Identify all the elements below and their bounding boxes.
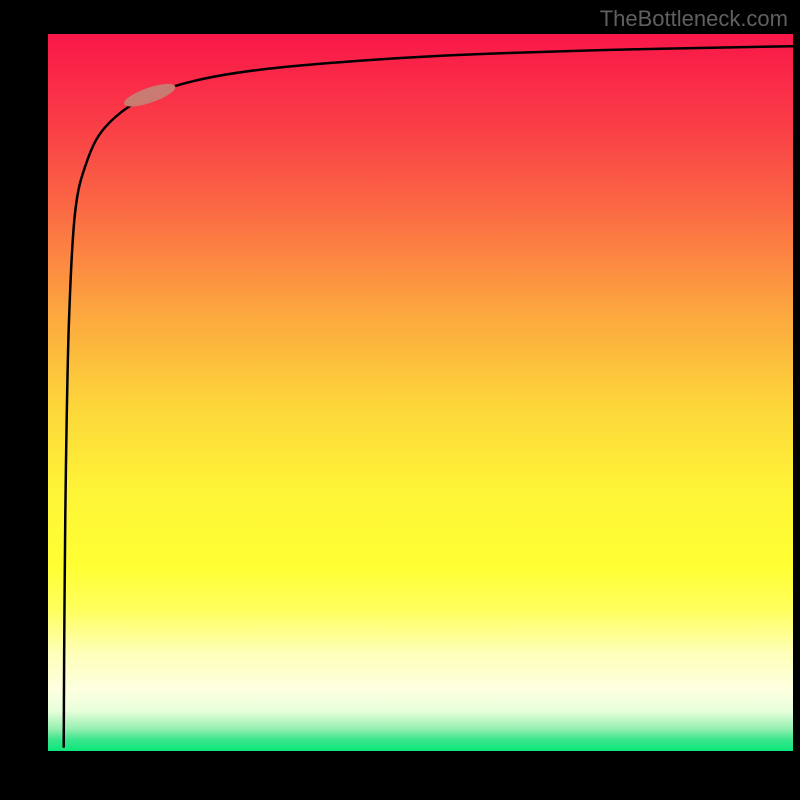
- curve-line: [64, 46, 793, 747]
- watermark-text: TheBottleneck.com: [600, 6, 788, 32]
- curve-marker: [122, 79, 178, 111]
- chart-curve-layer: [45, 34, 793, 754]
